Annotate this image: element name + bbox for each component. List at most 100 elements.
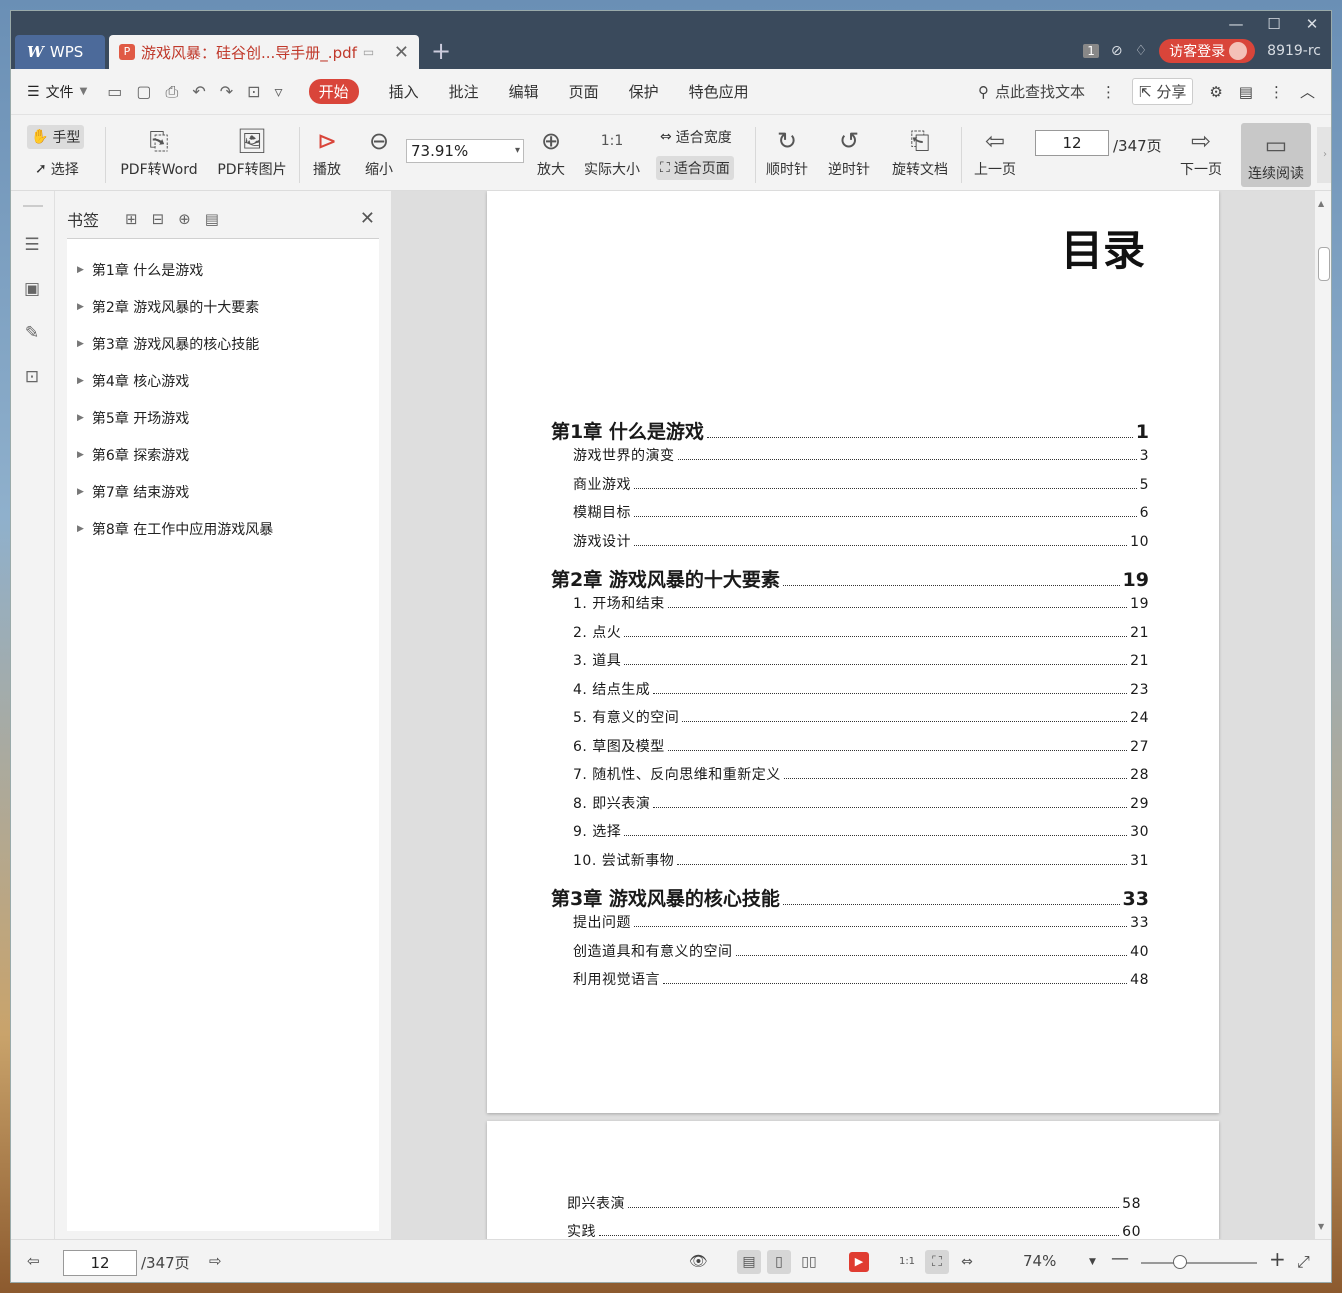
zoom-slider-knob[interactable] (1173, 1255, 1187, 1269)
more-down-icon[interactable]: ▿ (275, 82, 283, 102)
add-bookmark-icon[interactable]: ⊕ (178, 210, 191, 228)
toolbar-scroll-right[interactable]: › (1317, 127, 1331, 183)
settings-gear-icon[interactable]: ⚙ (1209, 83, 1222, 101)
export-icon[interactable]: ⊡ (247, 82, 260, 102)
zoom-minus-icon[interactable]: — (1111, 1248, 1129, 1269)
shirt-icon[interactable]: ♢ (1135, 43, 1148, 59)
tab-document[interactable]: P 游戏风暴：硅谷创...导手册_.pdf ▭ ✕ (109, 35, 419, 69)
tab-comment[interactable]: 批注 (449, 81, 479, 102)
status-next-page-icon[interactable]: ⇨ (209, 1252, 222, 1270)
save-icon[interactable]: ▢ (136, 82, 151, 102)
page-number-input[interactable]: 12 (1035, 130, 1109, 156)
bookmark-item[interactable]: ▶ 第4章 核心游戏 (67, 362, 379, 399)
fullscreen-icon[interactable]: ⤢ (1297, 1252, 1310, 1272)
select-tool-button[interactable]: ➚ 选择 (31, 157, 83, 181)
file-menu[interactable]: ☰ 文件 ▼ (27, 82, 87, 102)
expand-all-icon[interactable]: ⊞ (125, 210, 138, 228)
hand-tool-button[interactable]: ✋ 手型 (27, 125, 85, 149)
zoom-in-button[interactable]: ⊕ 放大 (531, 123, 571, 179)
zoom-select[interactable]: 73.91% (406, 139, 524, 163)
redo-icon[interactable]: ↷ (220, 82, 233, 102)
collapse-ribbon-icon[interactable]: ︿ (1300, 81, 1315, 102)
window-count-badge[interactable]: 1 (1083, 44, 1099, 58)
status-page-input[interactable]: 12 (63, 1250, 137, 1276)
undo-icon[interactable]: ↶ (192, 82, 205, 102)
zoom-dropdown-icon[interactable]: ▼ (1089, 1257, 1096, 1267)
monitor-icon[interactable]: ▭ (363, 45, 374, 59)
document-view[interactable]: 目录 第1章 什么是游戏 1 游戏世界的演变 3 商业游戏 5 模糊目标 6 游戏设计 10 第2章… (391, 191, 1317, 1239)
scroll-down-icon[interactable]: ▼ (1318, 1222, 1324, 1231)
new-tab-button[interactable]: + (431, 37, 451, 65)
bookmark-item[interactable]: ▶ 第8章 在工作中应用游戏风暴 (67, 510, 379, 547)
rotate-counterclockwise-button[interactable]: ↺ 逆时针 (823, 123, 875, 179)
more-vert-icon[interactable]: ⋮ (1101, 83, 1116, 101)
zoom-slider[interactable] (1141, 1255, 1257, 1269)
prev-page-button[interactable]: ⇦ 上一页 (969, 123, 1021, 179)
scroll-up-icon[interactable]: ▲ (1318, 199, 1324, 208)
fit-page-status-icon[interactable]: ⛶ (925, 1250, 949, 1274)
expand-arrow-icon[interactable]: ▶ (77, 413, 84, 423)
maximize-icon[interactable]: ☐ (1255, 13, 1293, 35)
play-slideshow-icon[interactable]: ▶ (849, 1252, 869, 1272)
expand-arrow-icon[interactable]: ▶ (77, 524, 84, 534)
bookmark-settings-icon[interactable]: ▤ (205, 210, 219, 228)
bookmark-item[interactable]: ▶ 第5章 开场游戏 (67, 399, 379, 436)
fit-width-status-icon[interactable]: ⇔ (955, 1250, 979, 1274)
print-icon[interactable]: ⎙ (166, 82, 179, 102)
rail-signature-icon[interactable]: ⊡ (22, 367, 42, 387)
zoom-plus-icon[interactable]: + (1269, 1247, 1286, 1271)
tab-insert[interactable]: 插入 (389, 81, 419, 102)
bookmark-item[interactable]: ▶ 第2章 游戏风暴的十大要素 (67, 288, 379, 325)
continuous-view-icon[interactable]: ▤ (737, 1250, 761, 1274)
tab-page[interactable]: 页面 (569, 81, 599, 102)
visitor-login-button[interactable]: 访客登录 (1159, 39, 1256, 63)
zoom-out-button[interactable]: ⊖ 缩小 (359, 123, 399, 179)
expand-arrow-icon[interactable]: ▶ (77, 487, 84, 497)
close-tab-icon[interactable]: ✕ (394, 42, 409, 63)
tab-special[interactable]: 特色应用 (689, 81, 749, 102)
bookmark-item[interactable]: ▶ 第7章 结束游戏 (67, 473, 379, 510)
bookmark-item[interactable]: ▶ 第3章 游戏风暴的核心技能 (67, 325, 379, 362)
zoom-percent[interactable]: 74% (1023, 1252, 1056, 1270)
comment-icon[interactable]: ▤ (1239, 83, 1253, 101)
tab-start[interactable]: 开始 (308, 79, 359, 104)
expand-arrow-icon[interactable]: ▶ (77, 376, 84, 386)
fit-page-button[interactable]: ⛶ 适合页面 (656, 156, 734, 180)
status-prev-page-icon[interactable]: ⇦ (27, 1252, 40, 1270)
rail-annotation-icon[interactable]: ✎ (22, 323, 42, 343)
rotate-document-button[interactable]: ⎗ 旋转文档 (887, 123, 953, 179)
next-page-button[interactable]: ⇨ 下一页 (1175, 123, 1227, 179)
more-icon[interactable]: ⋮ (1269, 83, 1284, 101)
expand-arrow-icon[interactable]: ▶ (77, 450, 84, 460)
expand-arrow-icon[interactable]: ▶ (77, 339, 84, 349)
rotate-clockwise-button[interactable]: ↻ 顺时针 (761, 123, 813, 179)
pdf-to-image-button[interactable]: 🖼 PDF转图片 (213, 123, 291, 179)
bookmark-item[interactable]: ▶ 第1章 什么是游戏 (67, 251, 379, 288)
double-page-view-icon[interactable]: ▯▯ (797, 1250, 821, 1274)
single-page-view-icon[interactable]: ▯ (767, 1250, 791, 1274)
open-folder-icon[interactable]: ▭ (107, 82, 122, 102)
rail-thumbnail-icon[interactable]: ▣ (22, 279, 42, 299)
close-window-icon[interactable]: ✕ (1293, 13, 1331, 35)
vertical-scrollbar[interactable]: ▲ ▼ (1315, 191, 1331, 1239)
tab-wps-home[interactable]: W WPS (15, 35, 105, 69)
tab-protect[interactable]: 保护 (629, 81, 659, 102)
continuous-read-button[interactable]: ▭ 连续阅读 (1241, 123, 1311, 187)
expand-arrow-icon[interactable]: ▶ (77, 302, 84, 312)
scrollbar-thumb[interactable] (1318, 247, 1330, 281)
bookmark-item[interactable]: ▶ 第6章 探索游戏 (67, 436, 379, 473)
skin-icon[interactable]: ⊘ (1111, 43, 1123, 59)
minimize-icon[interactable]: — (1217, 13, 1255, 35)
close-panel-icon[interactable]: ✕ (360, 208, 375, 229)
find-text-button[interactable]: ⚲ 点此查找文本 (978, 81, 1085, 102)
eye-protection-icon[interactable]: 👁 (689, 1252, 708, 1270)
share-button[interactable]: ⇱ 分享 (1131, 78, 1194, 105)
pdf-to-word-button[interactable]: ⎘ PDF转Word (113, 123, 205, 179)
actual-size-button[interactable]: 1:1 实际大小 (581, 123, 643, 179)
rail-outline-icon[interactable]: ☰ (22, 235, 42, 255)
tab-edit[interactable]: 编辑 (509, 81, 539, 102)
collapse-all-icon[interactable]: ⊟ (152, 210, 165, 228)
actual-size-status-icon[interactable]: 1:1 (895, 1250, 919, 1274)
fit-width-button[interactable]: ⇔ 适合宽度 (656, 125, 736, 149)
play-button[interactable]: ⊳ 播放 (307, 123, 347, 179)
